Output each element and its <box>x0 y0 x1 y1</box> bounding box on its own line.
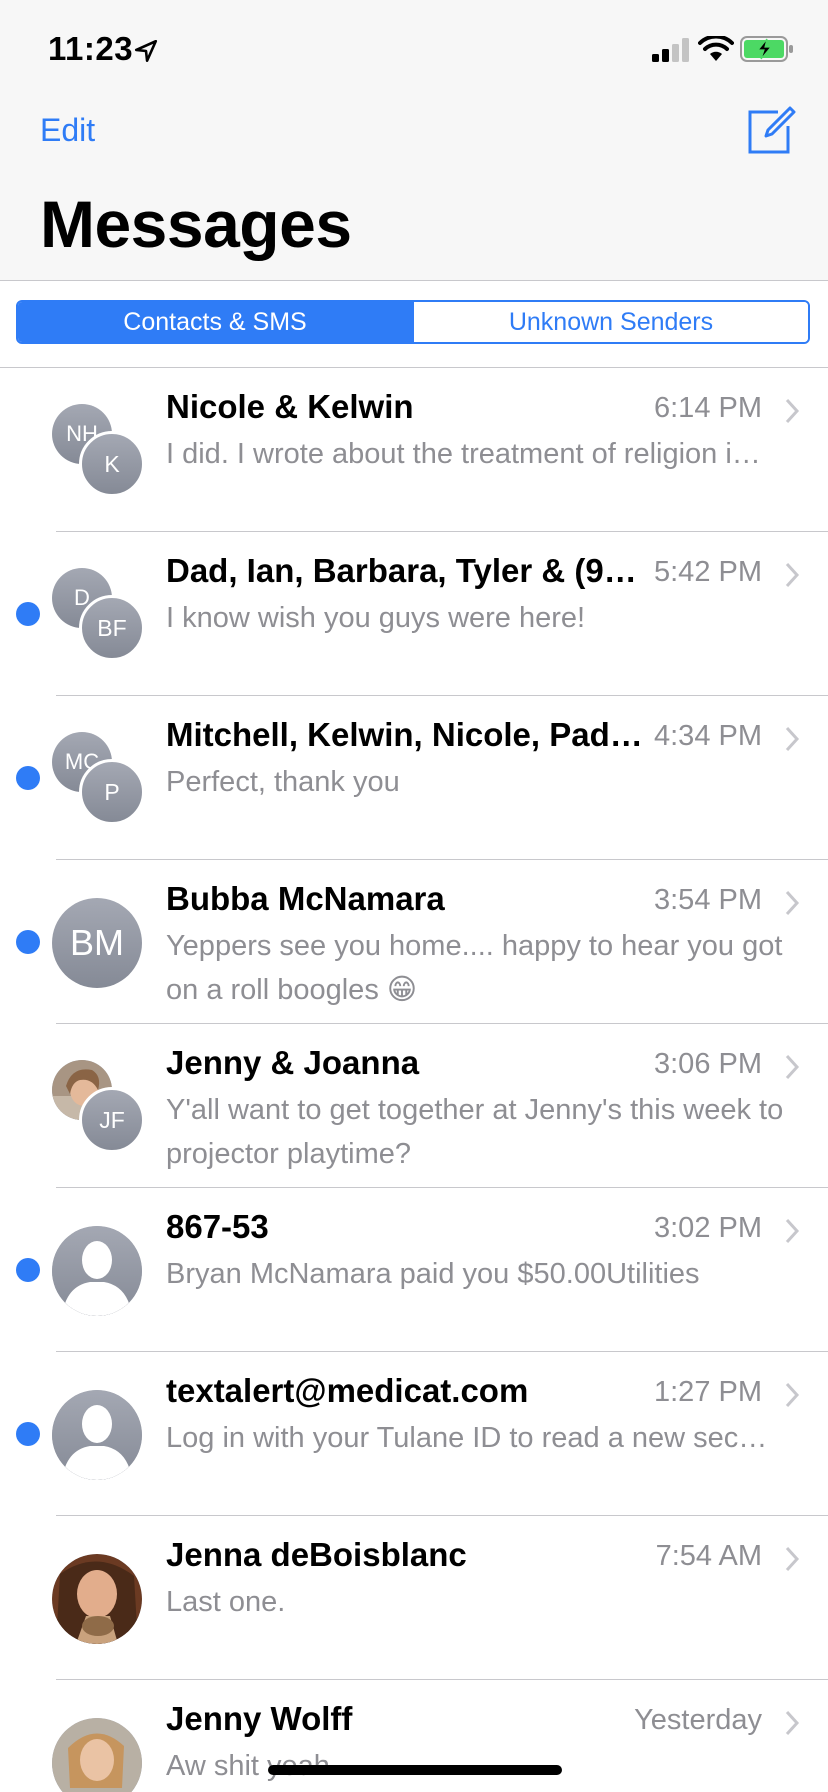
avatar: P <box>79 759 145 825</box>
conversation-row[interactable]: Jenna deBoisblanc 7:54 AM Last one. <box>0 1516 828 1680</box>
unread-indicator <box>16 602 40 626</box>
conversation-time: 3:02 PM <box>654 1212 762 1244</box>
conversation-time: 7:54 AM <box>655 1540 762 1572</box>
page-title: Messages <box>40 187 352 261</box>
person-placeholder-icon <box>52 1226 142 1316</box>
avatar: BF <box>79 595 145 661</box>
filter-segmented-control: Contacts & SMS Unknown Senders <box>16 300 810 344</box>
person-placeholder-icon <box>52 1390 142 1480</box>
conversation-row[interactable]: BM Bubba McNamara 3:54 PM Yeppers see yo… <box>0 860 828 1024</box>
conversation-row[interactable]: JF Jenny & Joanna 3:06 PM Y'all want to … <box>0 1024 828 1188</box>
unread-indicator <box>16 930 40 954</box>
conversation-preview: Log in with your Tulane ID to read a new… <box>166 1422 768 1454</box>
chevron-right-icon <box>785 398 800 424</box>
chevron-right-icon <box>785 562 800 588</box>
conversation-preview: Last one. <box>166 1586 286 1618</box>
chevron-right-icon <box>785 1054 800 1080</box>
conversation-row[interactable]: Jenny Wolff Yesterday Aw shit yeah <box>0 1680 828 1792</box>
contact-photo-avatar <box>52 1718 142 1792</box>
conversation-name: 867-53 <box>166 1208 269 1245</box>
conversation-row[interactable]: textalert@medicat.com 1:27 PM Log in wit… <box>0 1352 828 1516</box>
contact-photo-avatar <box>52 1554 142 1644</box>
segment-contacts-sms[interactable]: Contacts & SMS <box>18 302 412 342</box>
conversation-row[interactable]: D BF Dad, Ian, Barbara, Tyler & (9… 5:42… <box>0 532 828 696</box>
unread-indicator <box>16 1258 40 1282</box>
conversation-name: Mitchell, Kelwin, Nicole, Pad… <box>166 716 643 753</box>
segment-unknown-senders[interactable]: Unknown Senders <box>412 302 808 342</box>
avatar: K <box>79 431 145 497</box>
chevron-right-icon <box>785 1546 800 1572</box>
conversation-preview: I know wish you guys were here! <box>166 602 586 634</box>
conversation-row[interactable]: NH K Nicole & Kelwin 6:14 PM I did. I wr… <box>0 368 828 532</box>
header: 11:23 Edit Messages <box>0 0 828 281</box>
conversation-time: 3:54 PM <box>654 884 762 916</box>
conversation-name: Bubba McNamara <box>166 880 445 917</box>
wifi-icon <box>698 36 734 61</box>
conversation-name: Jenny & Joanna <box>166 1044 420 1081</box>
unread-indicator <box>16 1422 40 1446</box>
chevron-right-icon <box>785 1382 800 1408</box>
conversation-time: 5:42 PM <box>654 556 762 588</box>
avatar: BM <box>52 898 142 988</box>
conversation-row[interactable]: MC P Mitchell, Kelwin, Nicole, Pad… 4:34… <box>0 696 828 860</box>
status-time: 11:23 <box>48 30 134 67</box>
chevron-right-icon <box>785 890 800 916</box>
chevron-right-icon <box>785 1710 800 1736</box>
conversation-preview: Bryan McNamara paid you $50.00Utilities <box>166 1258 700 1290</box>
conversation-time: 6:14 PM <box>654 392 762 424</box>
unread-indicator <box>16 766 40 790</box>
chevron-right-icon <box>785 1218 800 1244</box>
conversation-name: Nicole & Kelwin <box>166 388 414 425</box>
battery-charging-icon <box>740 36 793 62</box>
messages-screen: 11:23 Edit Messages Contacts & SMS Unkno <box>0 0 828 1792</box>
avatar: JF <box>79 1087 145 1153</box>
cellular-signal-icon <box>652 38 689 62</box>
conversation-time: Yesterday <box>634 1704 762 1736</box>
conversation-preview: Y'all want to get together at Jenny's th… <box>166 1094 784 1170</box>
conversation-name: textalert@medicat.com <box>166 1372 529 1409</box>
conversation-name: Dad, Ian, Barbara, Tyler & (9… <box>166 552 637 589</box>
home-indicator[interactable] <box>268 1765 562 1775</box>
edit-button[interactable]: Edit <box>40 112 95 149</box>
conversation-name: Jenna deBoisblanc <box>166 1536 467 1573</box>
conversation-time: 3:06 PM <box>654 1048 762 1080</box>
chevron-right-icon <box>785 726 800 752</box>
conversation-name: Jenny Wolff <box>166 1700 353 1737</box>
conversation-preview: Yeppers see you home.... happy to hear y… <box>166 930 783 1006</box>
conversation-preview: Perfect, thank you <box>166 766 400 798</box>
conversation-time: 4:34 PM <box>654 720 762 752</box>
conversation-row[interactable]: 867-53 3:02 PM Bryan McNamara paid you $… <box>0 1188 828 1352</box>
conversation-time: 1:27 PM <box>654 1376 762 1408</box>
conversation-preview: I did. I wrote about the treatment of re… <box>166 438 761 470</box>
compose-icon[interactable] <box>748 106 796 154</box>
location-arrow-icon <box>134 39 158 63</box>
